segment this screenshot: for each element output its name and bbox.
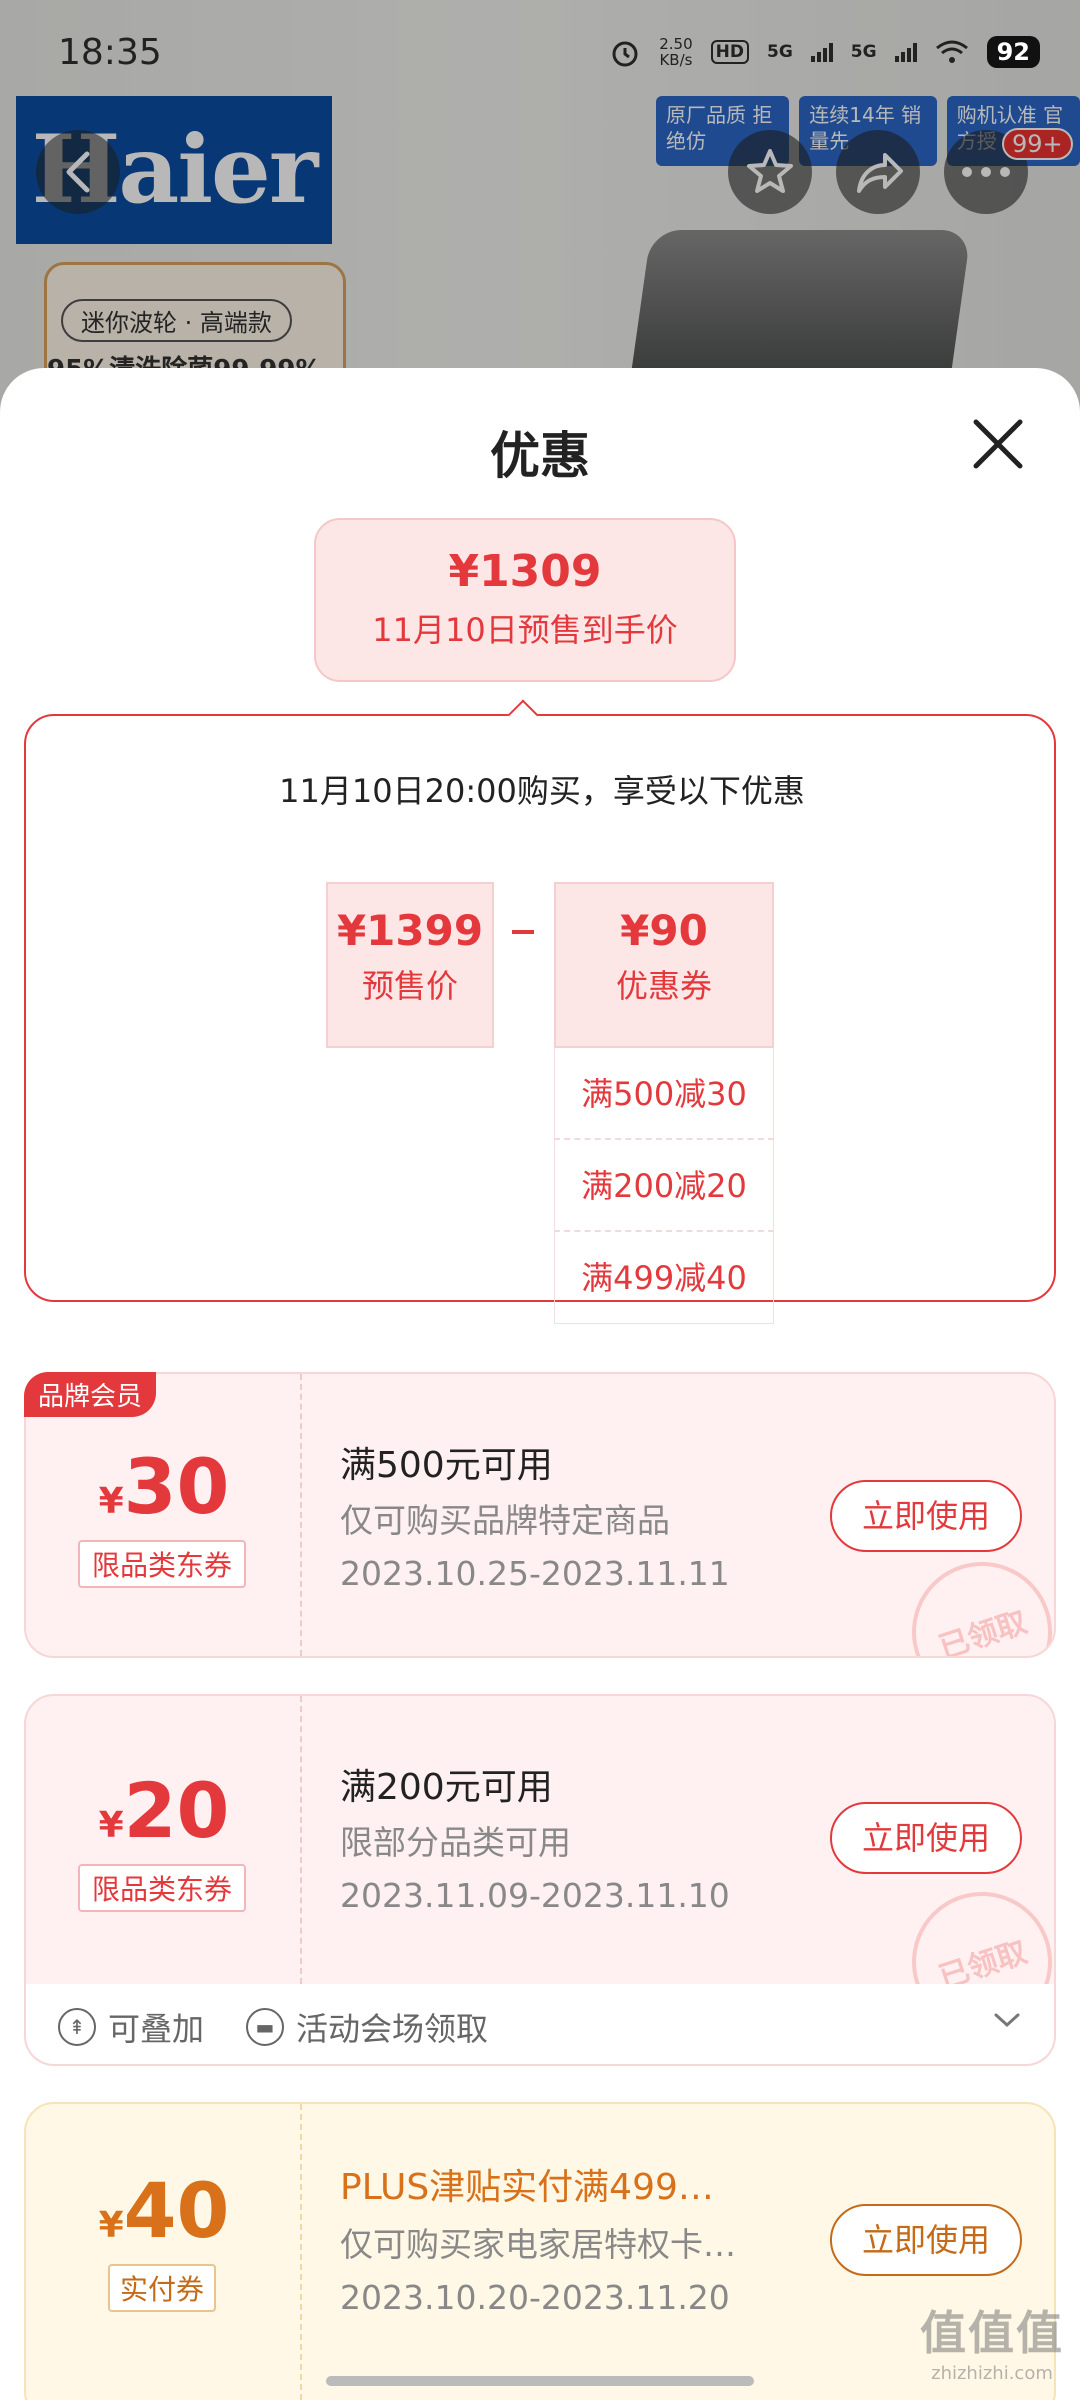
- use-now-button[interactable]: 立即使用: [830, 1480, 1022, 1552]
- close-button[interactable]: [968, 414, 1028, 474]
- stackable-info: ⇞ 可叠加: [58, 2004, 204, 2050]
- wifi-icon: [935, 40, 968, 63]
- coupon-condition: 满200元可用: [340, 1767, 553, 1808]
- coupon-value: 40: [123, 2166, 230, 2255]
- status-time: 18:35: [58, 32, 162, 73]
- coupon-validity: 2023.10.25-2023.11.11: [340, 1554, 730, 1593]
- coupon-amount: ¥20: [26, 1766, 302, 1855]
- coupon-type: 限品类东券: [78, 1864, 246, 1912]
- final-price-label: 11月10日预售到手价: [372, 611, 678, 649]
- member-tag: 品牌会员: [24, 1372, 157, 1417]
- coupon-rule-list: 满500减30 满200减20 满499减40: [554, 1048, 774, 1324]
- coupon-extra-info[interactable]: ⇞ 可叠加 ▬ 活动会场领取: [24, 1984, 1056, 2066]
- presale-label: 预售价: [361, 967, 458, 1005]
- final-price-box: ¥1309 11月10日预售到手价: [314, 518, 736, 682]
- currency-symbol: ¥: [98, 1481, 124, 1522]
- stackable-label: 可叠加: [108, 2010, 205, 2048]
- offers-sheet: 优惠 ¥1309 11月10日预售到手价 11月10日20:00购买，享受以下优…: [0, 368, 1080, 2400]
- coupon-card: ¥30 限品类东券 满500元可用 仅可购买品牌特定商品 2023.10.25-…: [24, 1372, 1056, 1658]
- stack-icon: ⇞: [58, 2008, 96, 2046]
- chevron-down-icon[interactable]: [992, 2010, 1022, 2030]
- final-price-amount: ¥1309: [448, 546, 602, 597]
- coupon-value: 20: [123, 1766, 230, 1855]
- coupon-type: 限品类东券: [78, 1540, 246, 1588]
- coupon-type: 实付券: [108, 2264, 216, 2312]
- price-breakdown: 11月10日20:00购买，享受以下优惠 ¥1399 预售价 ¥90 优惠券 满…: [24, 714, 1056, 1324]
- close-icon: [973, 419, 1023, 469]
- coupon-scope: 仅可购买家电家居特权卡…: [340, 2225, 736, 2264]
- coupon-rule: 满500减30: [554, 1048, 774, 1140]
- use-now-button[interactable]: 立即使用: [830, 2204, 1022, 2276]
- product-page-background: Haier 迷你波轮 · 高端款 95%清洗除菌99.99% 原厂品质 拒绝仿 …: [0, 0, 1080, 420]
- coupon-total-label: 优惠券: [615, 967, 712, 1005]
- hd-badge: HD: [710, 40, 749, 64]
- coupon-validity: 2023.11.09-2023.11.10: [340, 1876, 730, 1915]
- watermark-logo: 值值值: [920, 2306, 1064, 2360]
- signal-label-2: 5G: [850, 42, 877, 62]
- watermark: 值值值 zhizhizhi.com: [920, 2297, 1064, 2384]
- presale-price-cell: ¥1399 预售价: [326, 882, 494, 1048]
- coupon-validity: 2023.10.20-2023.11.20: [340, 2278, 730, 2317]
- claimed-stamp: 已领取: [893, 1543, 1054, 1656]
- currency-symbol: ¥: [98, 1805, 124, 1846]
- breakdown-heading: 11月10日20:00购买，享受以下优惠: [279, 772, 805, 810]
- use-now-button[interactable]: 立即使用: [830, 1802, 1022, 1874]
- signal-bars-icon-2: [894, 42, 917, 62]
- signal-bars-icon: [810, 42, 833, 62]
- source-info: ▬ 活动会场领取: [246, 2004, 488, 2050]
- home-indicator[interactable]: [326, 2376, 754, 2386]
- ticket-icon: ▬: [246, 2008, 284, 2046]
- signal-label-1: 5G: [767, 42, 793, 62]
- coupon-condition: 满500元可用: [340, 1445, 553, 1486]
- sheet-title: 优惠: [490, 427, 590, 485]
- minus-sign: [512, 930, 534, 934]
- coupon-amount: ¥30: [26, 1442, 302, 1531]
- coupon-rule: 满499减40: [554, 1232, 774, 1324]
- watermark-url: zhizhizhi.com: [931, 2363, 1053, 2384]
- coupon-rule: 满200减20: [554, 1140, 774, 1232]
- coupon-scope: 限部分品类可用: [340, 1823, 571, 1862]
- alarm-icon: [612, 41, 638, 67]
- coupon-card: ¥40 实付券 PLUS津贴实付满499… 仅可购买家电家居特权卡… 2023.…: [24, 2102, 1056, 2400]
- coupon-scope: 仅可购买品牌特定商品: [340, 1501, 670, 1540]
- currency-symbol: ¥: [98, 2205, 124, 2246]
- claimed-stamp: 已领取: [893, 1873, 1054, 1984]
- status-bar: 18:35 2.50 KB/s HD 5G 5G 92: [0, 0, 1080, 100]
- presale-price: ¥1399: [336, 906, 484, 955]
- coupon-condition: PLUS津贴实付满499…: [340, 2167, 714, 2208]
- speed-unit: KB/s: [659, 51, 693, 69]
- coupon-total: ¥90: [620, 906, 708, 955]
- source-label: 活动会场领取: [296, 2010, 489, 2048]
- network-speed: 2.50 KB/s: [659, 36, 692, 68]
- status-icons: 2.50 KB/s HD 5G 5G 92: [609, 36, 1040, 68]
- coupon-card: ¥20 限品类东券 满200元可用 限部分品类可用 2023.11.09-202…: [24, 1694, 1056, 1986]
- coupon-amount: ¥40: [26, 2166, 302, 2255]
- battery-indicator: 92: [986, 36, 1040, 68]
- coupon-value: 30: [123, 1442, 230, 1531]
- coupon-total-cell: ¥90 优惠券: [554, 882, 774, 1048]
